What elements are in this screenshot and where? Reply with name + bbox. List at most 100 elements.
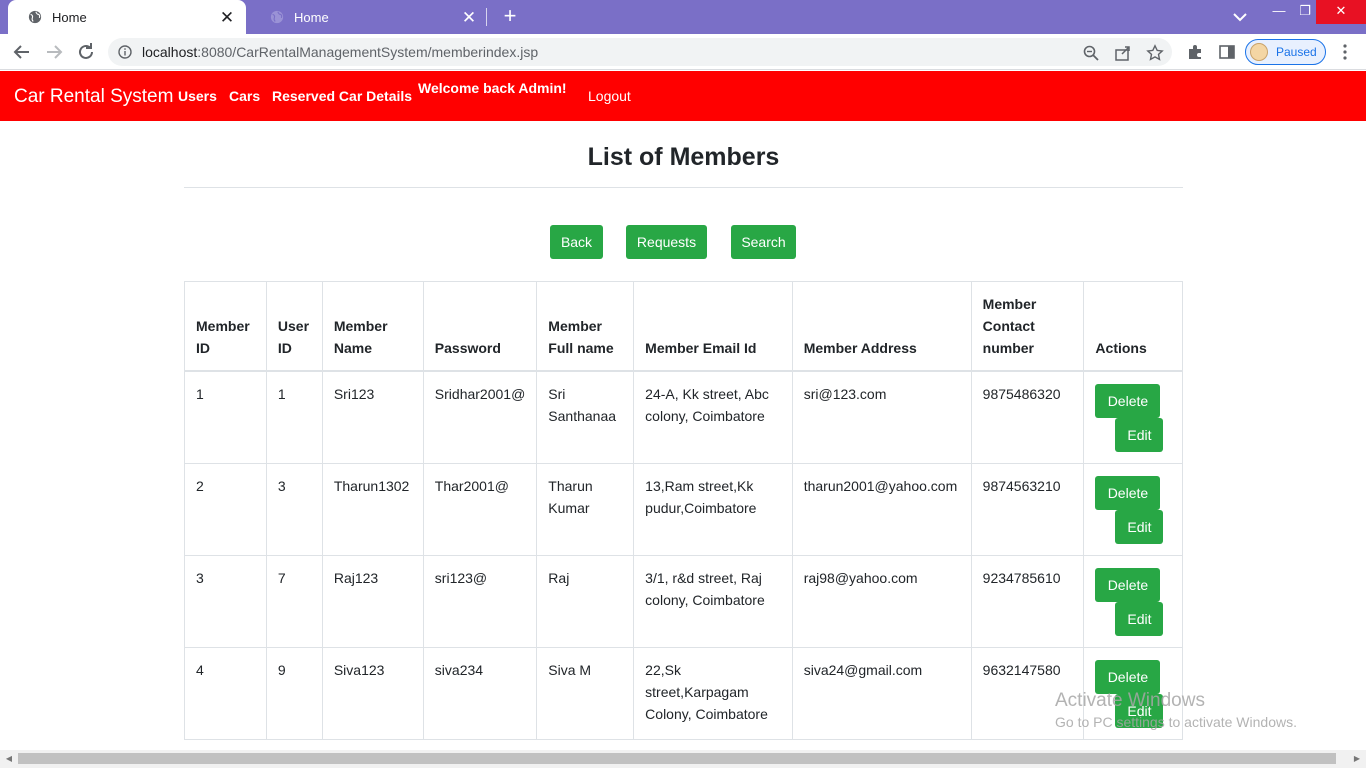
column-header-full-name: Member Full name bbox=[536, 281, 635, 372]
browser-tab-active[interactable]: Home ✕ bbox=[8, 0, 246, 34]
app-navbar: Car Rental System Users Cars Reserved Ca… bbox=[0, 71, 1366, 121]
column-header-member-name: Member Name bbox=[321, 281, 424, 372]
search-button[interactable]: Search bbox=[731, 225, 796, 259]
cell-full-name: Raj bbox=[536, 554, 635, 648]
cell-password: sri123@ bbox=[422, 554, 538, 648]
nav-link-users[interactable]: Users bbox=[178, 88, 217, 104]
cell-member-name: Tharun1302 bbox=[321, 462, 424, 556]
forward-arrow-icon[interactable] bbox=[42, 40, 66, 64]
divider bbox=[184, 187, 1183, 188]
table-header-row: Member ID User ID Member Name Password M… bbox=[184, 281, 1183, 372]
logout-link[interactable]: Logout bbox=[588, 88, 631, 104]
horizontal-scrollbar[interactable]: ◀ ▶ bbox=[0, 750, 1366, 768]
window-close-icon[interactable]: ✕ bbox=[1316, 0, 1366, 24]
tab-separator bbox=[486, 8, 487, 26]
scrollbar-thumb[interactable] bbox=[18, 753, 1336, 764]
column-header-address: Member Address bbox=[791, 281, 972, 372]
edit-button[interactable]: Edit bbox=[1115, 601, 1164, 636]
column-header-user-id: User ID bbox=[265, 281, 323, 372]
cell-member-name: Sri123 bbox=[321, 370, 424, 464]
scroll-right-arrow-icon[interactable]: ▶ bbox=[1352, 754, 1362, 764]
reload-icon[interactable] bbox=[74, 40, 98, 64]
welcome-message: Welcome back Admin! bbox=[418, 80, 567, 96]
tab-close-icon[interactable]: ✕ bbox=[460, 9, 478, 26]
delete-button[interactable]: Delete bbox=[1095, 475, 1161, 510]
url-text: localhost:8080/CarRentalManagementSystem… bbox=[142, 44, 539, 60]
cell-actions: Delete Edit bbox=[1083, 370, 1183, 464]
cell-address: sri@123.com bbox=[791, 370, 972, 464]
column-header-email: Member Email Id bbox=[633, 281, 793, 372]
side-panel-icon[interactable] bbox=[1218, 43, 1236, 61]
globe-icon bbox=[28, 10, 42, 24]
scroll-left-arrow-icon[interactable]: ◀ bbox=[4, 754, 14, 764]
column-header-password: Password bbox=[422, 281, 538, 372]
nav-link-reserved-car-details[interactable]: Reserved Car Details bbox=[272, 88, 412, 104]
new-tab-icon[interactable]: + bbox=[498, 4, 522, 28]
delete-button[interactable]: Delete bbox=[1095, 567, 1161, 602]
table-row: 1 1 Sri123 Sridhar2001@ Sri Santhanaa 24… bbox=[184, 370, 1183, 464]
requests-button[interactable]: Requests bbox=[626, 225, 707, 259]
cell-password: siva234 bbox=[422, 646, 538, 740]
column-header-member-id: Member ID bbox=[184, 281, 267, 372]
cell-address: siva24@gmail.com bbox=[791, 646, 972, 740]
page-title: List of Members bbox=[587, 143, 780, 171]
cell-contact: 9874563210 bbox=[970, 462, 1085, 556]
tab-search-chevron-icon[interactable] bbox=[1228, 6, 1252, 28]
cell-member-id: 2 bbox=[184, 462, 267, 556]
address-bar[interactable]: localhost:8080/CarRentalManagementSystem… bbox=[108, 38, 1172, 66]
table-row: 2 3 Tharun1302 Thar2001@ Tharun Kumar 13… bbox=[184, 462, 1183, 556]
cell-address: tharun2001@yahoo.com bbox=[791, 462, 972, 556]
browser-tab-inactive[interactable]: Home ✕ bbox=[250, 0, 488, 34]
cell-email: 13,Ram street,Kk pudur,Coimbatore bbox=[633, 462, 793, 556]
back-button[interactable]: Back bbox=[550, 225, 603, 259]
zoom-icon[interactable] bbox=[1082, 44, 1100, 62]
cell-full-name: Sri Santhanaa bbox=[536, 370, 635, 464]
brand-link[interactable]: Car Rental System bbox=[14, 86, 173, 108]
delete-button[interactable]: Delete bbox=[1095, 659, 1161, 694]
activate-windows-watermark-subtitle: Go to PC settings to activate Windows. bbox=[1055, 714, 1297, 730]
cell-address: raj98@yahoo.com bbox=[791, 554, 972, 648]
cell-member-name: Raj123 bbox=[321, 554, 424, 648]
globe-icon bbox=[270, 10, 284, 24]
cell-user-id: 3 bbox=[265, 462, 323, 556]
share-icon[interactable] bbox=[1114, 44, 1132, 62]
delete-button[interactable]: Delete bbox=[1095, 384, 1161, 418]
profile-status: Paused bbox=[1276, 45, 1317, 59]
column-header-actions: Actions bbox=[1083, 281, 1183, 372]
cell-email: 3/1, r&d street, Raj colony, Coimbatore bbox=[633, 554, 793, 648]
browser-tab-strip: Home ✕ Home ✕ + — ❐ ✕ bbox=[0, 0, 1366, 34]
cell-contact: 9875486320 bbox=[970, 370, 1085, 464]
site-info-icon[interactable] bbox=[118, 45, 132, 59]
more-menu-icon[interactable] bbox=[1338, 42, 1352, 62]
tab-title: Home bbox=[52, 9, 87, 25]
profile-paused-button[interactable]: Paused bbox=[1245, 39, 1326, 65]
cell-member-id: 3 bbox=[184, 554, 267, 648]
cell-member-id: 4 bbox=[184, 646, 267, 740]
cell-contact: 9234785610 bbox=[970, 554, 1085, 648]
cell-user-id: 7 bbox=[265, 554, 323, 648]
cell-actions: Delete Edit bbox=[1083, 462, 1183, 556]
cell-email: 22,Sk street,Karpagam Colony, Coimbatore bbox=[633, 646, 793, 740]
members-table: Member ID User ID Member Name Password M… bbox=[184, 281, 1183, 740]
bookmark-star-icon[interactable] bbox=[1146, 44, 1164, 62]
cell-user-id: 9 bbox=[265, 646, 323, 740]
cell-full-name: Siva M bbox=[536, 646, 635, 740]
column-header-contact: Member Contact number bbox=[970, 281, 1085, 372]
browser-toolbar: localhost:8080/CarRentalManagementSystem… bbox=[0, 34, 1366, 70]
cell-actions: Delete Edit bbox=[1083, 554, 1183, 648]
cell-user-id: 1 bbox=[265, 370, 323, 464]
table-row: 3 7 Raj123 sri123@ Raj 3/1, r&d street, … bbox=[184, 554, 1183, 648]
tab-close-icon[interactable]: ✕ bbox=[218, 9, 236, 26]
cell-password: Thar2001@ bbox=[422, 462, 538, 556]
edit-button[interactable]: Edit bbox=[1115, 418, 1164, 452]
extensions-puzzle-icon[interactable] bbox=[1186, 43, 1204, 61]
edit-button[interactable]: Edit bbox=[1115, 509, 1164, 544]
table-row: 4 9 Siva123 siva234 Siva M 22,Sk street,… bbox=[184, 646, 1183, 740]
cell-member-id: 1 bbox=[184, 370, 267, 464]
cell-member-name: Siva123 bbox=[321, 646, 424, 740]
cell-full-name: Tharun Kumar bbox=[536, 462, 635, 556]
back-arrow-icon[interactable] bbox=[10, 40, 34, 64]
activate-windows-watermark-title: Activate Windows bbox=[1055, 690, 1205, 711]
cell-password: Sridhar2001@ bbox=[422, 370, 538, 464]
nav-link-cars[interactable]: Cars bbox=[229, 88, 260, 104]
